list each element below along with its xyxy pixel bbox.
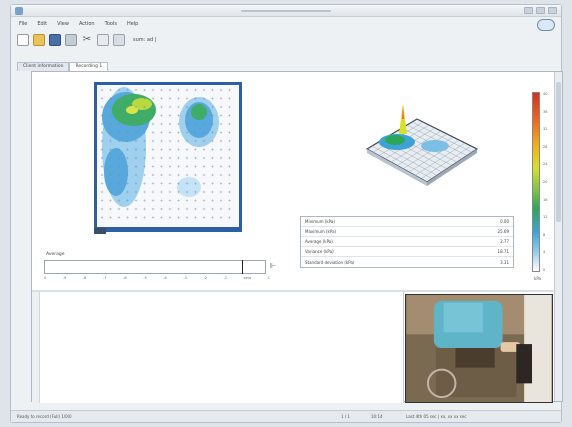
help-icon[interactable]: [537, 19, 555, 31]
stat-value: 0.00: [500, 219, 509, 224]
menu-tools[interactable]: Tools: [105, 21, 117, 27]
scrollbar-thumb[interactable]: [556, 82, 561, 222]
scale-tick: 0: [44, 276, 47, 280]
colorbar-tick: 0: [543, 267, 546, 272]
timeline-settings-icon[interactable]: ⊩: [270, 262, 276, 270]
status-left: Ready to record (Full) 1/0/0: [17, 414, 72, 419]
stat-label: Minimum (kPa): [305, 219, 335, 224]
status-right: Last 4th 05 sec | xx, xx xx sec: [406, 414, 467, 419]
drag-handle[interactable]: [241, 10, 331, 12]
scale-tick: -5: [143, 276, 147, 280]
scale-tick: -4: [163, 276, 167, 280]
table-row: Minimum (kPa) 0.00: [301, 217, 513, 227]
notes-area[interactable]: [32, 292, 404, 403]
video-frame: [405, 294, 553, 403]
colorbar-tick: 8: [543, 232, 546, 237]
scale-tick: -9: [62, 276, 67, 280]
toolbar-label: sum: ad |: [133, 37, 157, 43]
heatmap-corner-badge: [94, 228, 106, 234]
menu-bar: File Edit View Action Tools Help: [11, 18, 561, 30]
stat-value: 18.71: [497, 249, 509, 254]
scale-tick: -8: [82, 276, 87, 280]
menu-file[interactable]: File: [19, 21, 27, 27]
statistics-table: Minimum (kPa) 0.00 Maximum (kPa) 25.69 Ave…: [300, 216, 514, 268]
tab-strip: Client information Recording 1: [17, 62, 109, 71]
stat-label: Maximum (kPa): [305, 229, 337, 234]
scale-tick: -3: [183, 276, 187, 280]
stat-value: 25.69: [497, 229, 509, 234]
colorbar-tick: 20: [543, 179, 548, 184]
stat-label: Standard deviation (kPa): [305, 259, 355, 265]
colorbar-tick: 36: [543, 109, 548, 114]
table-row: Average (kPa) 2.77: [301, 237, 513, 247]
print-icon[interactable]: [65, 34, 77, 46]
pressure-colorbar: [532, 92, 540, 272]
app-logo-icon: [15, 7, 23, 15]
average-label: Average: [46, 252, 65, 257]
tab-client-information[interactable]: Client information: [17, 62, 70, 71]
timeline-marker[interactable]: [242, 260, 243, 274]
scale-tick: -1: [223, 276, 228, 280]
panel-scrollbar[interactable]: [554, 72, 562, 401]
pressure-3d-view[interactable]: [347, 94, 487, 189]
colorbar-ticks: 40 36 32 28 24 20 16 12 8 4 0: [543, 92, 547, 272]
colorbar-unit: kPa: [534, 276, 541, 281]
colorbar-tick: 12: [543, 215, 548, 220]
status-bar: Ready to record (Full) 1/0/0 1 / 1 10:14…: [11, 410, 561, 422]
cut-icon[interactable]: ✂: [81, 34, 93, 46]
minimize-button[interactable]: [524, 7, 533, 14]
average-timeline[interactable]: [44, 260, 266, 274]
status-time: 10:14: [371, 414, 383, 419]
table-row: Standard deviation (kPa) 3.31: [301, 257, 513, 267]
scale-tick: -7: [103, 276, 107, 280]
app-window: File Edit View Action Tools Help ✂ sum: …: [10, 4, 563, 423]
menu-view[interactable]: View: [57, 21, 69, 27]
colorbar-tick: 32: [543, 127, 548, 132]
menu-help[interactable]: Help: [127, 21, 138, 27]
colorbar-tick: 4: [543, 250, 546, 255]
open-icon[interactable]: [33, 34, 45, 46]
recording-panel: 40 36 32 28 24 20 16 12 8 4 0 kPa Minimu…: [31, 71, 563, 403]
title-bar: [11, 5, 561, 17]
colorbar-tick: 24: [543, 162, 548, 167]
colorbar-tick: 40: [543, 92, 548, 96]
status-page: 1 / 1: [341, 414, 350, 419]
tab-recording[interactable]: Recording 1: [69, 62, 109, 71]
scale-tick: -2: [203, 276, 207, 280]
maximize-button[interactable]: [536, 7, 545, 14]
paste-icon[interactable]: [113, 34, 125, 46]
save-icon[interactable]: [49, 34, 61, 46]
colorbar-tick: 28: [543, 144, 548, 149]
table-row: Maximum (kPa) 25.69: [301, 227, 513, 237]
menu-action[interactable]: Action: [79, 21, 95, 27]
stat-label: Variance (kPa): [305, 249, 334, 254]
timeline-scale: 0 -9 -8 -7 -6 -5 -4 -3 -2 -1 zero 1: [44, 276, 270, 280]
toolbar: ✂ sum: ad |: [17, 32, 156, 48]
stat-value: 2.77: [500, 239, 509, 244]
table-row: Variance (kPa) 18.71: [301, 247, 513, 257]
pressure-heatmap[interactable]: [94, 82, 242, 232]
scale-tick: 1: [267, 276, 270, 280]
new-icon[interactable]: [17, 34, 29, 46]
menu-edit[interactable]: Edit: [37, 21, 47, 27]
close-button[interactable]: [548, 7, 557, 14]
stat-value: 3.31: [500, 259, 509, 265]
copy-icon[interactable]: [97, 34, 109, 46]
notes-scrollbar[interactable]: [32, 292, 40, 403]
scale-tick: -6: [123, 276, 127, 280]
scale-tick: zero: [243, 276, 252, 280]
stat-label: Average (kPa): [305, 239, 333, 244]
colorbar-tick: 16: [543, 197, 548, 202]
